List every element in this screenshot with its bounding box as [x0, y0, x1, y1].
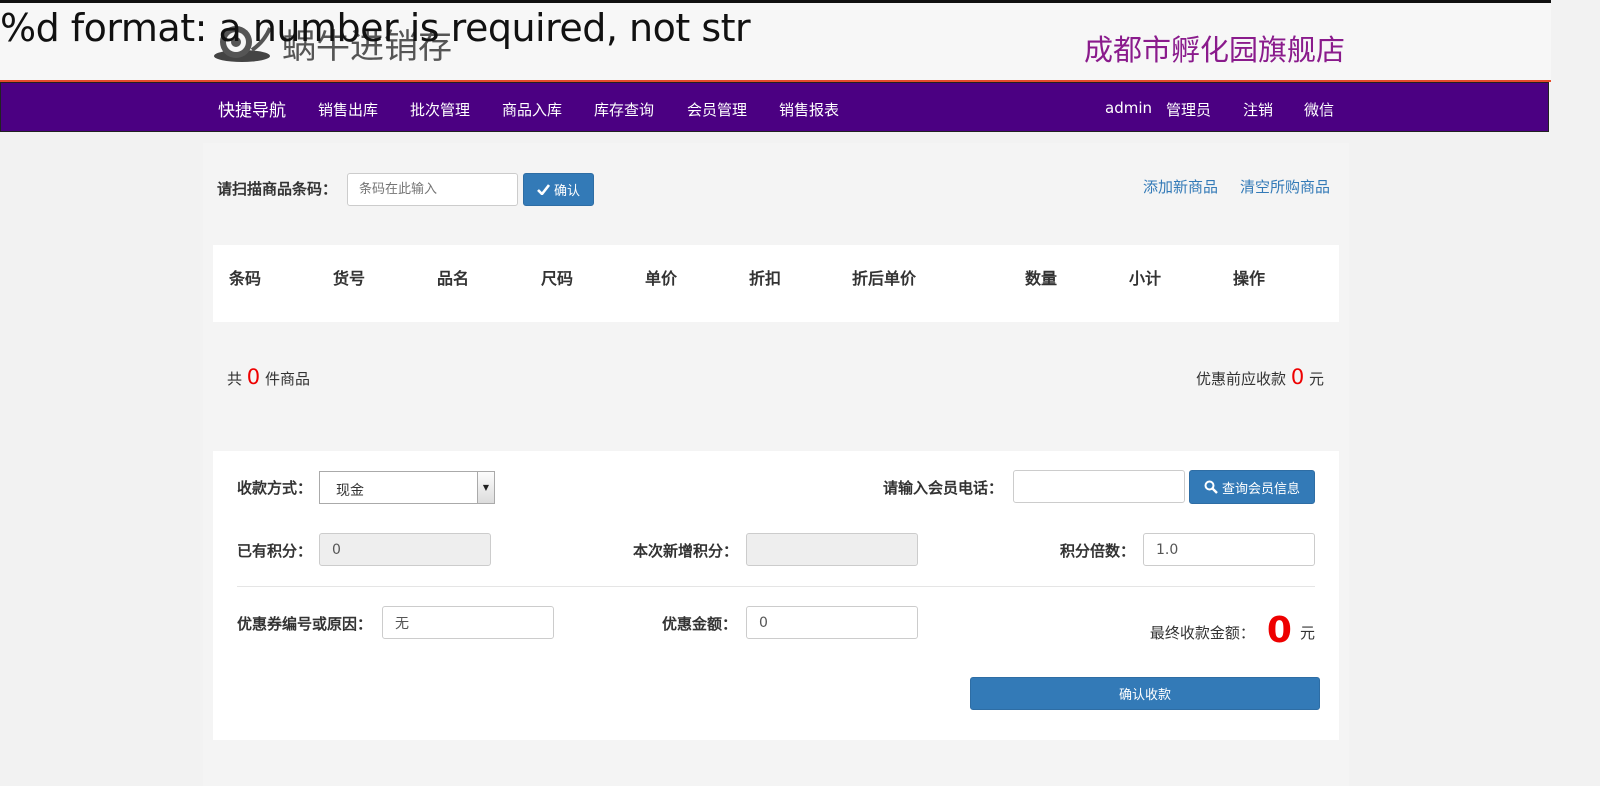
confirm-barcode-button[interactable]: 确认 — [523, 173, 594, 206]
column-header: 单价 — [645, 269, 678, 288]
final-amount: 最终收款金额： 0 元 — [1150, 610, 1315, 651]
item-count-prefix: 共 — [227, 370, 243, 388]
payment-method-select[interactable]: 现金 ▼ — [319, 471, 495, 504]
error-message: %d format: a number is required, not str — [0, 6, 751, 50]
column-header: 条码 — [229, 269, 262, 288]
payment-method-label: 收款方式： — [237, 479, 313, 497]
final-currency: 元 — [1299, 624, 1315, 642]
nav-item-inventory[interactable]: 库存查询 — [594, 99, 654, 120]
final-amount-value: 0 — [1266, 610, 1292, 651]
clear-cart-link[interactable]: 清空所购商品 — [1240, 176, 1330, 197]
form-divider — [237, 586, 1315, 587]
column-header: 操作 — [1233, 269, 1266, 288]
main-navbar: 快捷导航 销售出库 批次管理 商品入库 库存查询 会员管理 销售报表 admin… — [0, 82, 1549, 132]
nav-role[interactable]: 管理员 — [1166, 99, 1211, 120]
points-multiplier-label: 积分倍数： — [1060, 542, 1136, 560]
nav-item-members[interactable]: 会员管理 — [687, 99, 747, 120]
discount-amount-label: 优惠金额： — [662, 615, 738, 633]
column-header: 折后单价 — [852, 269, 917, 288]
add-product-link[interactable]: 添加新商品 — [1143, 176, 1218, 197]
member-phone-label: 请输入会员电话： — [883, 479, 1004, 497]
barcode-label: 请扫描商品条码： — [217, 180, 338, 198]
nav-wechat[interactable]: 微信 — [1304, 99, 1334, 120]
final-amount-label: 最终收款金额： — [1149, 624, 1255, 642]
column-header: 折扣 — [749, 269, 782, 288]
nav-item-stock-in[interactable]: 商品入库 — [502, 99, 562, 120]
member-phone-input[interactable] — [1013, 470, 1185, 503]
nav-item-reports[interactable]: 销售报表 — [779, 99, 839, 120]
column-header: 尺码 — [541, 269, 574, 288]
existing-points-field: 0 — [319, 533, 491, 566]
coupon-input[interactable]: 无 — [382, 606, 554, 639]
confirm-button-label: 确认 — [553, 184, 580, 199]
column-header: 货号 — [333, 269, 366, 288]
confirm-payment-button[interactable]: 确认收款 — [970, 677, 1320, 710]
store-name: 成都市孵化园旗舰店 — [1084, 33, 1346, 67]
discount-amount-input[interactable]: 0 — [746, 606, 918, 639]
item-count-value: 0 — [246, 365, 261, 389]
barcode-input[interactable] — [347, 173, 518, 206]
item-count-suffix: 件商品 — [264, 370, 310, 388]
page-scroll-area — [1551, 0, 1568, 786]
column-header: 品名 — [437, 269, 470, 288]
confirm-payment-label: 确认收款 — [1118, 688, 1171, 703]
query-member-label: 查询会员信息 — [1221, 481, 1300, 497]
nav-user[interactable]: admin — [1105, 99, 1152, 117]
payment-method-value: 现金 — [336, 483, 364, 499]
dropdown-arrow-icon[interactable]: ▼ — [477, 472, 494, 503]
coupon-label: 优惠券编号或原因： — [237, 615, 373, 633]
points-multiplier-input[interactable]: 1.0 — [1143, 533, 1315, 566]
column-header: 小计 — [1129, 269, 1162, 288]
item-count: 共 0 件商品 — [227, 365, 310, 389]
nav-item-sales-out[interactable]: 销售出库 — [318, 99, 378, 120]
search-icon — [1204, 480, 1218, 494]
currency-unit: 元 — [1308, 370, 1324, 388]
nav-brand[interactable]: 快捷导航 — [218, 96, 286, 121]
new-points-field — [746, 533, 918, 566]
query-member-button[interactable]: 查询会员信息 — [1189, 470, 1315, 504]
pre-discount-total: 优惠前应收款 0 元 — [1196, 365, 1324, 389]
check-icon — [537, 184, 550, 195]
pre-discount-amount: 0 — [1290, 365, 1305, 389]
nav-item-batch[interactable]: 批次管理 — [410, 99, 470, 120]
column-header: 数量 — [1025, 269, 1058, 288]
new-points-label: 本次新增积分： — [633, 542, 739, 560]
pre-discount-label: 优惠前应收款 — [1196, 370, 1287, 388]
nav-logout[interactable]: 注销 — [1243, 99, 1273, 120]
existing-points-label: 已有积分： — [237, 542, 313, 560]
